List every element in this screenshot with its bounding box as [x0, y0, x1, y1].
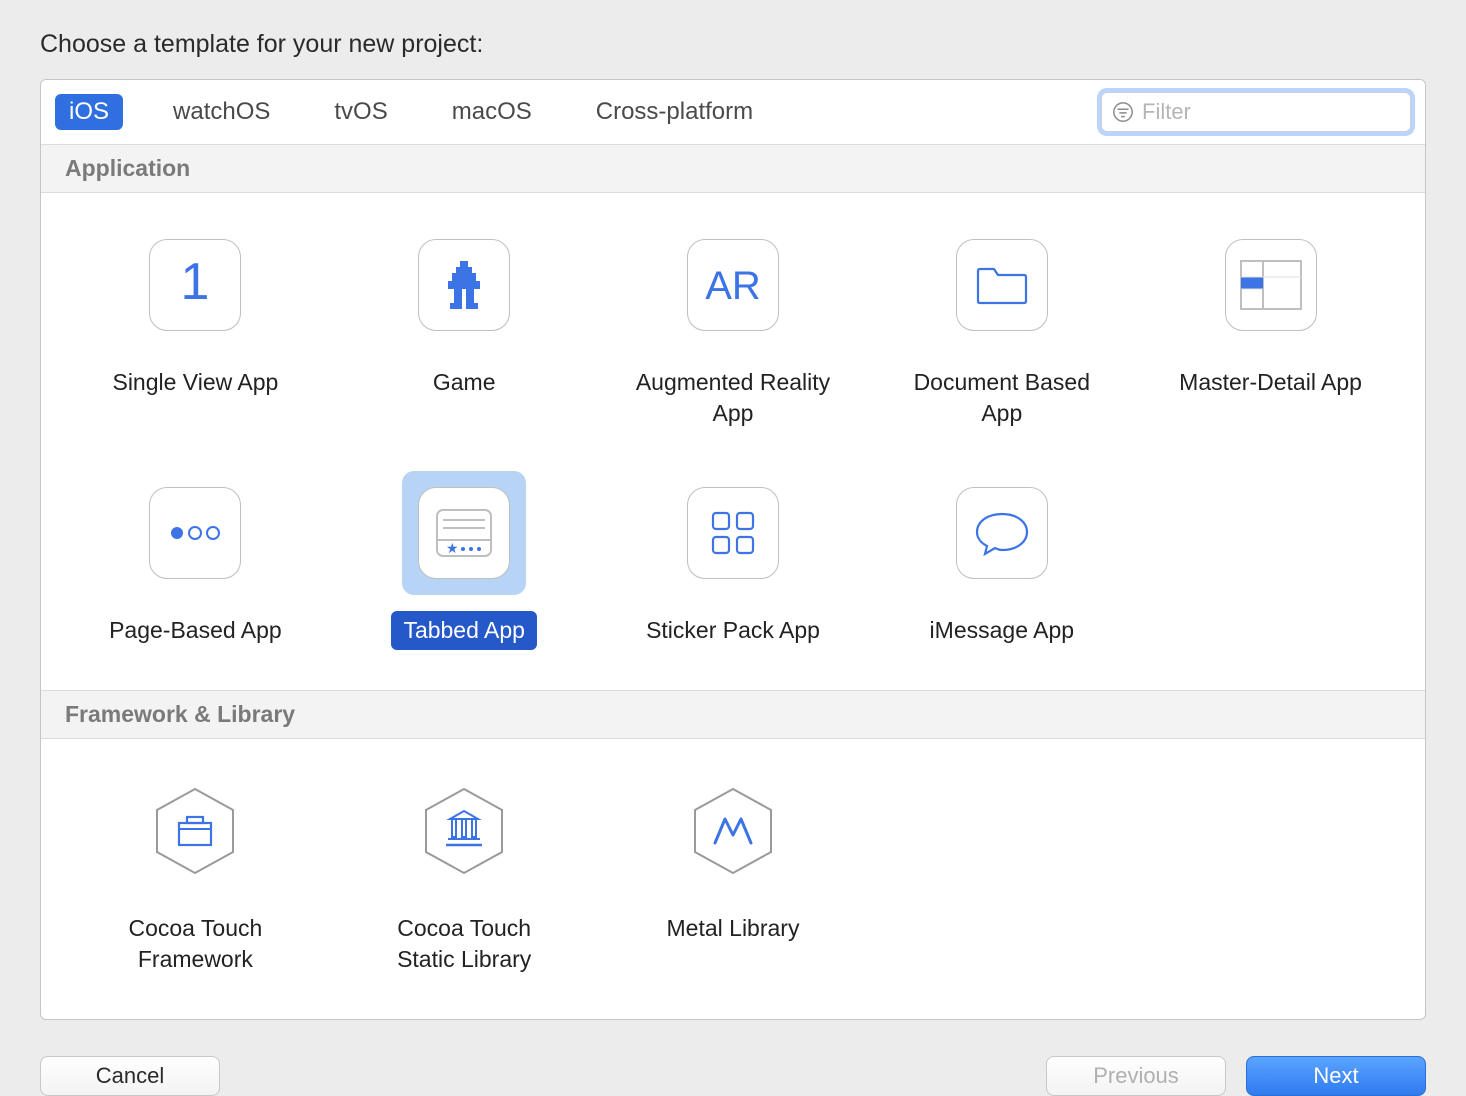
- template-label: iMessage App: [918, 611, 1086, 650]
- filter-field-wrap[interactable]: [1101, 92, 1411, 132]
- template-label: Cocoa Touch Framework: [85, 909, 305, 979]
- filter-input[interactable]: [1142, 99, 1400, 125]
- filter-icon: [1112, 101, 1142, 123]
- platform-tab-tvos[interactable]: tvOS: [320, 94, 401, 130]
- template-label: Page-Based App: [97, 611, 294, 650]
- cancel-button[interactable]: Cancel: [40, 1056, 220, 1096]
- tabbed-icon: ★: [418, 487, 510, 579]
- sticker-pack-icon: [687, 487, 779, 579]
- static-library-icon: [418, 785, 510, 877]
- previous-button[interactable]: Previous: [1046, 1056, 1226, 1096]
- svg-text:★: ★: [446, 540, 459, 556]
- platform-tab-ios[interactable]: iOS: [55, 94, 123, 130]
- svg-text:1: 1: [181, 255, 210, 311]
- template-label: Single View App: [100, 363, 290, 402]
- section-header-framework: Framework & Library: [41, 690, 1425, 739]
- template-game[interactable]: Game: [330, 223, 599, 433]
- imessage-icon: [956, 487, 1048, 579]
- template-tabbed-app[interactable]: ★ Tabbed App: [330, 471, 599, 650]
- template-augmented-reality-app[interactable]: AR Augmented Reality App: [599, 223, 868, 433]
- template-label: Game: [421, 363, 508, 402]
- template-label: Document Based App: [892, 363, 1112, 433]
- platform-tab-watchos[interactable]: watchOS: [159, 94, 284, 130]
- metal-library-icon: [687, 785, 779, 877]
- svg-text:AR: AR: [705, 264, 761, 307]
- single-view-icon: 1: [149, 239, 241, 331]
- platform-tab-cross-platform[interactable]: Cross-platform: [582, 94, 767, 130]
- template-page-based-app[interactable]: Page-Based App: [61, 471, 330, 650]
- game-icon: [418, 239, 510, 331]
- template-panel: iOS watchOS tvOS macOS Cross-platform Ap…: [40, 79, 1426, 1020]
- template-label: Cocoa Touch Static Library: [354, 909, 574, 979]
- template-metal-library[interactable]: Metal Library: [599, 769, 868, 979]
- dialog-footer: Cancel Previous Next: [40, 1056, 1426, 1096]
- template-label: Tabbed App: [391, 611, 537, 650]
- section-body-framework: Cocoa Touch Framework Cocoa Touch Static…: [41, 739, 1425, 1019]
- template-master-detail-app[interactable]: Master-Detail App: [1136, 223, 1405, 433]
- master-detail-icon: [1225, 239, 1317, 331]
- dialog-title: Choose a template for your new project:: [40, 30, 1426, 59]
- template-cocoa-touch-framework[interactable]: Cocoa Touch Framework: [61, 769, 330, 979]
- page-based-icon: [149, 487, 241, 579]
- platform-bar: iOS watchOS tvOS macOS Cross-platform: [41, 80, 1425, 144]
- template-label: Sticker Pack App: [634, 611, 832, 650]
- template-cocoa-touch-static-library[interactable]: Cocoa Touch Static Library: [330, 769, 599, 979]
- platform-tab-macos[interactable]: macOS: [438, 94, 546, 130]
- template-document-based-app[interactable]: Document Based App: [867, 223, 1136, 433]
- section-body-application: 1 Single View App Game AR Augmented Real…: [41, 193, 1425, 690]
- ar-icon: AR: [687, 239, 779, 331]
- next-button[interactable]: Next: [1246, 1056, 1426, 1096]
- template-label: Augmented Reality App: [623, 363, 843, 433]
- framework-icon: [149, 785, 241, 877]
- document-icon: [956, 239, 1048, 331]
- template-single-view-app[interactable]: 1 Single View App: [61, 223, 330, 433]
- template-imessage-app[interactable]: iMessage App: [867, 471, 1136, 650]
- section-header-application: Application: [41, 144, 1425, 193]
- template-sticker-pack-app[interactable]: Sticker Pack App: [599, 471, 868, 650]
- template-label: Metal Library: [655, 909, 812, 948]
- template-label: Master-Detail App: [1167, 363, 1374, 402]
